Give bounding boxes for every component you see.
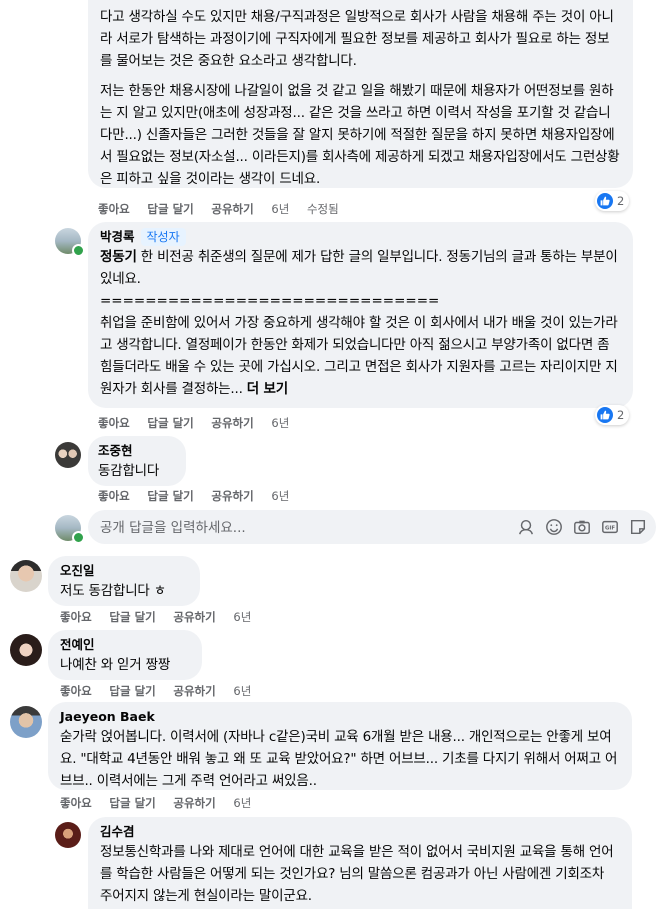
reply-input-container: GIF — [88, 510, 656, 546]
reply-bubble: 박경록 작성자 정동기 한 비전공 취준생의 질문에 제가 답한 글의 일부입니다… — [88, 222, 633, 408]
online-indicator — [72, 244, 85, 257]
timestamp[interactable]: 6년 — [271, 416, 289, 430]
like-reaction-icon — [597, 407, 613, 423]
reply-text: 정동기 한 비전공 취준생의 질문에 제가 답한 글의 일부입니다. 정동기님의… — [100, 246, 621, 290]
comment-actions: 좋아요 답글 달기 공유하기 6년 수정됨 — [98, 201, 353, 217]
timestamp[interactable]: 6년 — [233, 796, 251, 810]
sticker-icon[interactable] — [628, 517, 648, 537]
reply-input[interactable] — [88, 510, 482, 546]
see-more-link[interactable]: 더 보기 — [247, 381, 288, 397]
author-name[interactable]: 김수겸 — [100, 823, 620, 841]
timestamp[interactable]: 6년 — [233, 684, 251, 698]
timestamp[interactable]: 6년 — [271, 489, 289, 503]
avatar[interactable] — [10, 706, 42, 738]
reaction-count[interactable]: 2 — [595, 405, 630, 425]
reply-body-text: 취업을 준비함에 있어서 가장 중요하게 생각해야 할 것은 이 회사에서 내가… — [100, 315, 618, 397]
like-button[interactable]: 좋아요 — [98, 202, 130, 216]
reply-actions: 좋아요 답글 달기 공유하기 6년 — [98, 415, 303, 431]
avatar[interactable] — [55, 822, 81, 848]
reaction-count[interactable]: 2 — [595, 191, 630, 211]
avatar[interactable] — [10, 560, 42, 592]
author-row: 박경록 작성자 — [100, 228, 621, 246]
comment-actions: 좋아요 답글 달기 공유하기 6년 — [60, 683, 265, 699]
reaction-number: 2 — [617, 194, 625, 208]
comment-bubble: 전예인 나예찬 와 읻거 짱짱 — [48, 630, 202, 680]
share-button[interactable]: 공유하기 — [173, 610, 215, 624]
emoji-icon[interactable] — [544, 517, 564, 537]
comment-bubble: Jaeyeon Baek 숟가락 얹어봅니다. 이력서에 (자바나 c같은)국비… — [48, 702, 632, 790]
comment-text: 다고 생각하실 수도 있지만 채용/구직과정은 일방적으로 회사가 사람을 채용… — [100, 9, 614, 69]
avatar[interactable] — [55, 442, 81, 468]
author-badge: 작성자 — [140, 228, 186, 246]
author-name[interactable]: Jaeyeon Baek — [60, 708, 620, 726]
author-name[interactable]: 오진일 — [60, 562, 188, 580]
input-tools: GIF — [516, 517, 648, 537]
gif-icon[interactable]: GIF — [600, 517, 620, 537]
reply-bubble: 김수겸 정보통신학과를 나와 제대로 언어에 대한 교육을 받은 적이 없어서 … — [88, 817, 632, 909]
reply-button[interactable]: 답글 달기 — [147, 416, 193, 430]
comment-text: 나예찬 와 읻거 짱짱 — [60, 657, 171, 673]
author-name[interactable]: 전예인 — [60, 636, 190, 654]
reply-button[interactable]: 답글 달기 — [147, 202, 193, 216]
reply-actions: 좋아요 답글 달기 공유하기 6년 — [98, 488, 303, 504]
mention-link[interactable]: 정동기 — [100, 249, 137, 265]
edited-label[interactable]: 수정됨 — [307, 202, 339, 216]
camera-icon[interactable] — [572, 517, 592, 537]
like-reaction-icon — [597, 193, 613, 209]
author-name[interactable]: 박경록 — [100, 229, 135, 244]
reply-button[interactable]: 답글 달기 — [109, 610, 155, 624]
reply-button[interactable]: 답글 달기 — [147, 489, 193, 503]
avatar[interactable] — [10, 634, 42, 666]
share-button[interactable]: 공유하기 — [211, 489, 253, 503]
svg-text:GIF: GIF — [605, 526, 615, 532]
reply-text: 정보통신학과를 나와 제대로 언어에 대한 교육을 받은 적이 없어서 국비지원… — [100, 844, 614, 904]
reaction-number: 2 — [617, 408, 625, 422]
reply-text: 동감합니다 — [98, 463, 160, 479]
like-button[interactable]: 좋아요 — [60, 684, 92, 698]
like-button[interactable]: 좋아요 — [60, 610, 92, 624]
share-button[interactable]: 공유하기 — [173, 684, 215, 698]
share-button[interactable]: 공유하기 — [211, 416, 253, 430]
comment-text: 저는 한동안 채용시장에 나갈일이 없을 것 같고 일을 해봤기 때문에 채용자… — [100, 83, 620, 187]
author-name[interactable]: 조중현 — [98, 442, 176, 460]
comment-bubble: 다고 생각하실 수도 있지만 채용/구직과정은 일방적으로 회사가 사람을 채용… — [88, 0, 633, 188]
comment-actions: 좋아요 답글 달기 공유하기 6년 — [60, 795, 265, 811]
comment-text: 저도 동감합니다 ㅎ — [60, 583, 166, 599]
share-button[interactable]: 공유하기 — [173, 796, 215, 810]
online-indicator — [72, 531, 85, 544]
like-button[interactable]: 좋아요 — [98, 416, 130, 430]
avatar-sticker-icon[interactable] — [516, 517, 536, 537]
comment-actions: 좋아요 답글 달기 공유하기 6년 — [60, 609, 265, 625]
share-button[interactable]: 공유하기 — [211, 202, 253, 216]
reply-body: 취업을 준비함에 있어서 가장 중요하게 생각해야 할 것은 이 회사에서 내가… — [100, 312, 621, 400]
reply-bubble: 조중현 동감합니다 — [88, 436, 186, 486]
reply-intro: 한 비전공 취준생의 질문에 제가 답한 글의 일부입니다. 정동기님의 글과 … — [100, 249, 618, 287]
like-button[interactable]: 좋아요 — [98, 489, 130, 503]
comment-text: 숟가락 얹어봅니다. 이력서에 (자바나 c같은)국비 교육 6개월 받은 내용… — [60, 729, 618, 789]
like-button[interactable]: 좋아요 — [60, 796, 92, 810]
timestamp[interactable]: 6년 — [271, 202, 289, 216]
divider-text: ============================== — [100, 293, 440, 309]
reply-button[interactable]: 답글 달기 — [109, 796, 155, 810]
comment-bubble: 오진일 저도 동감합니다 ㅎ — [48, 556, 200, 606]
reply-button[interactable]: 답글 달기 — [109, 684, 155, 698]
timestamp[interactable]: 6년 — [233, 610, 251, 624]
